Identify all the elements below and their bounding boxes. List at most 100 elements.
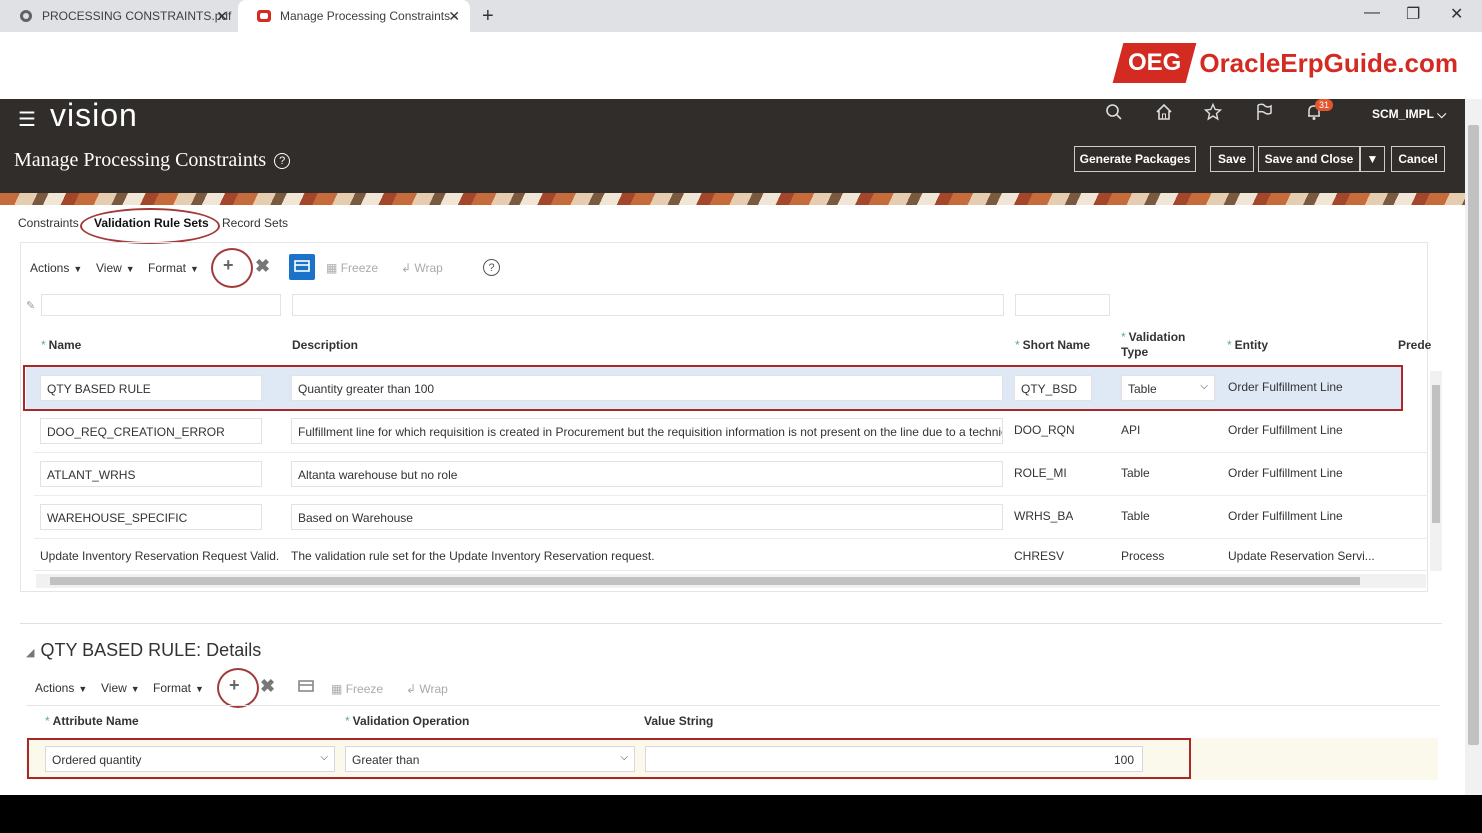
flag-icon[interactable] xyxy=(1255,103,1273,126)
annotation-oval xyxy=(80,208,220,244)
browser-tab-active[interactable]: Manage Processing Constraints - ✕ xyxy=(238,0,470,32)
divider xyxy=(20,623,1442,624)
browser-tab-pdf[interactable]: PROCESSING CONSTRAINTS.pdf ✕ xyxy=(0,0,238,32)
help-icon[interactable]: ? xyxy=(274,153,291,169)
cell-short-name: CHRESV xyxy=(1014,549,1065,563)
close-icon[interactable]: ✕ xyxy=(448,8,460,25)
star-icon[interactable] xyxy=(1203,102,1223,126)
table-row[interactable]: DOO_REQ_CREATION_ERROR Fulfillment line … xyxy=(34,410,1428,453)
view-label: View xyxy=(101,681,127,695)
table-row[interactable]: WAREHOUSE_SPECIFIC Based on Warehouse WR… xyxy=(34,496,1428,539)
search-icon[interactable] xyxy=(1105,103,1123,126)
bottom-bar xyxy=(0,795,1482,833)
browser-tab-label: PROCESSING CONSTRAINTS.pdf xyxy=(42,9,232,23)
col-header-validation-operation[interactable]: * Validation Operation xyxy=(345,714,469,728)
decorative-banner xyxy=(0,193,1465,205)
user-name: SCM_IMPL xyxy=(1372,107,1434,121)
col-type-label-2: Type xyxy=(1121,345,1149,359)
logo-strip: OEG OracleErpGuide.com xyxy=(0,32,1482,100)
annotation-box xyxy=(27,738,1191,779)
globe-icon xyxy=(18,8,34,24)
filter-short-name[interactable] xyxy=(1015,294,1110,316)
divider xyxy=(26,705,1440,706)
cell-short-name: DOO_RQN xyxy=(1014,423,1075,437)
col-header-description[interactable]: Description xyxy=(292,338,358,352)
user-menu[interactable]: SCM_IMPL ⌵ xyxy=(1372,107,1446,122)
details-title[interactable]: ◢ QTY BASED RULE: Details xyxy=(26,640,261,661)
details-actions-menu[interactable]: Actions ▼ xyxy=(35,681,87,695)
details-freeze-button[interactable]: ▦ Freeze xyxy=(331,682,383,696)
col-header-attribute-name[interactable]: * Attribute Name xyxy=(45,714,139,728)
col-header-predecessor[interactable]: Prede xyxy=(1398,338,1431,352)
home-icon[interactable] xyxy=(1155,103,1173,126)
cell-short-name: ROLE_MI xyxy=(1014,466,1067,480)
cell-type: Table xyxy=(1121,466,1150,480)
collapse-icon[interactable]: ◢ xyxy=(26,647,34,659)
generate-packages-button[interactable]: Generate Packages xyxy=(1074,146,1196,172)
wrap-icon: ↲ xyxy=(406,682,417,696)
col-header-validation-type[interactable]: * Validation Type xyxy=(1121,330,1185,360)
table-vscrollbar[interactable] xyxy=(1430,371,1442,571)
col-attribute-label: Attribute Name xyxy=(52,714,139,728)
filter-description[interactable] xyxy=(292,294,1004,316)
details-view-menu[interactable]: View ▼ xyxy=(101,681,140,695)
col-header-name[interactable]: * Name xyxy=(41,338,81,352)
col-operation-label: Validation Operation xyxy=(352,714,470,728)
annotation-box xyxy=(23,365,1403,411)
oracle-icon xyxy=(256,8,272,24)
logo-brand: OracleErpGuide.com xyxy=(1199,47,1458,78)
table-vscroll-thumb[interactable] xyxy=(1432,385,1440,523)
cell-type: Table xyxy=(1121,509,1150,523)
filter-name[interactable] xyxy=(41,294,281,316)
cell-type: Process xyxy=(1121,549,1165,563)
col-header-entity[interactable]: * Entity xyxy=(1227,338,1268,352)
window-close-icon[interactable]: ✕ xyxy=(1450,4,1463,24)
page-scroll-thumb[interactable] xyxy=(1468,125,1479,745)
maximize-icon[interactable]: ❐ xyxy=(1406,4,1420,24)
table-hscroll-thumb[interactable] xyxy=(50,577,1360,585)
page-scrollbar[interactable] xyxy=(1465,99,1482,795)
browser-tabbar: PROCESSING CONSTRAINTS.pdf ✕ Manage Proc… xyxy=(0,0,1482,32)
details-format-menu[interactable]: Format ▼ xyxy=(153,681,204,695)
save-button[interactable]: Save xyxy=(1210,146,1254,172)
cell-description[interactable]: Altanta warehouse but no role xyxy=(291,461,1003,487)
main-content: Constraints Validation Rule Sets Record … xyxy=(0,205,1465,795)
cell-name[interactable]: DOO_REQ_CREATION_ERROR xyxy=(40,418,262,444)
cell-description: The validation rule set for the Update I… xyxy=(291,549,655,563)
cell-name[interactable]: ATLANT_WRHS xyxy=(40,461,262,487)
browser-tab-label: Manage Processing Constraints - xyxy=(280,9,458,23)
table-row[interactable]: Update Inventory Reservation Request Val… xyxy=(34,539,1428,571)
cell-description[interactable]: Fulfillment line for which requisition i… xyxy=(291,418,1003,444)
cell-entity: Update Reservation Servi... xyxy=(1228,549,1375,563)
oeg-logo: OEG OracleErpGuide.com xyxy=(1112,40,1458,86)
tab-constraints[interactable]: Constraints xyxy=(18,216,79,230)
col-entity-label: Entity xyxy=(1234,338,1269,352)
col-header-value-string[interactable]: Value String xyxy=(644,714,713,728)
col-header-short-name[interactable]: * Short Name xyxy=(1015,338,1090,352)
delete-icon[interactable]: ✖ xyxy=(260,676,275,697)
cell-entity: Order Fulfillment Line xyxy=(1228,423,1343,437)
col-type-label-1: Validation xyxy=(1128,330,1186,344)
cell-name: Update Inventory Reservation Request Val… xyxy=(40,549,280,563)
wrap-label: Wrap xyxy=(419,682,448,696)
cell-entity: Order Fulfillment Line xyxy=(1228,466,1343,480)
col-short-name-label: Short Name xyxy=(1022,338,1091,352)
minimize-icon[interactable]: — xyxy=(1364,4,1380,22)
tab-record-sets[interactable]: Record Sets xyxy=(222,216,288,230)
menu-icon[interactable]: ☰ xyxy=(18,107,36,132)
table-hscrollbar[interactable] xyxy=(36,574,1426,588)
page-title-text: Manage Processing Constraints xyxy=(14,149,267,171)
cell-name[interactable]: WAREHOUSE_SPECIFIC xyxy=(40,504,262,530)
cancel-button[interactable]: Cancel xyxy=(1391,146,1445,172)
chevron-down-icon: ⌵ xyxy=(1437,107,1447,121)
save-options-dropdown[interactable]: ▼ xyxy=(1360,146,1385,172)
new-tab-icon[interactable]: + xyxy=(482,5,494,28)
logo-badge: OEG xyxy=(1128,49,1182,76)
table-row[interactable]: ATLANT_WRHS Altanta warehouse but no rol… xyxy=(34,453,1428,496)
detach-icon[interactable] xyxy=(298,679,316,700)
app-header: ☰ vision 31 SCM_IMPL ⌵ Manage Processing… xyxy=(0,97,1465,193)
close-icon[interactable]: ✕ xyxy=(216,8,228,25)
cell-description[interactable]: Based on Warehouse xyxy=(291,504,1003,530)
details-wrap-button[interactable]: ↲ Wrap xyxy=(406,682,448,696)
save-and-close-button[interactable]: Save and Close xyxy=(1258,146,1360,172)
